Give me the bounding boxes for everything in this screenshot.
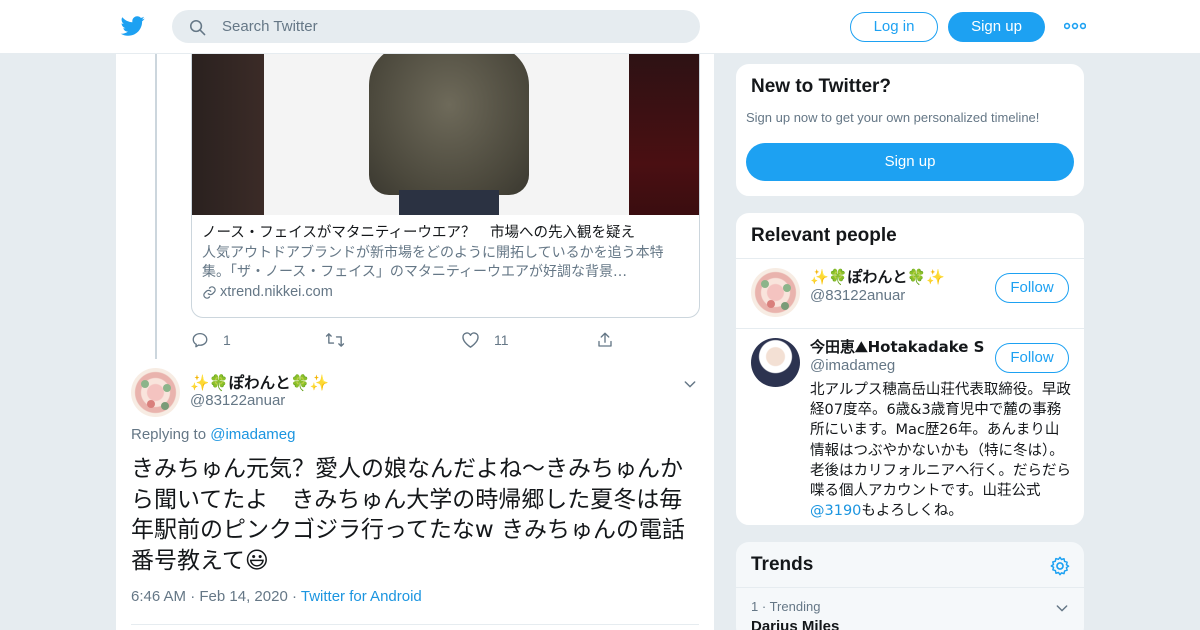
- author-handle[interactable]: @83122anuar: [190, 392, 285, 409]
- sign-up-button[interactable]: Sign up: [948, 12, 1045, 42]
- trend-name[interactable]: Darius Miles: [751, 618, 839, 630]
- search-icon: [189, 19, 206, 36]
- person-handle[interactable]: @imadameg: [810, 357, 895, 374]
- replying-to-prefix: Replying to: [131, 426, 207, 443]
- card-image-right-panel: [629, 54, 699, 215]
- trend-rank: 1: [751, 599, 759, 614]
- card-description: 人気アウトドアブランドが新市場をどのように開拓しているかを追う本特集。「ザ・ノー…: [202, 245, 664, 280]
- tweet-time[interactable]: 6:46 AM: [131, 588, 186, 605]
- avatar[interactable]: [751, 268, 800, 317]
- trend-category: Trending: [769, 599, 821, 614]
- trend-separator: ·: [761, 599, 767, 614]
- card-domain: xtrend.nikkei.com: [202, 283, 691, 302]
- chevron-down-icon[interactable]: [1054, 600, 1070, 616]
- person-row[interactable]: 今田恵⛰Hotakadake S... @imadameg Follow 北アル…: [736, 328, 1084, 525]
- search-input[interactable]: [222, 10, 682, 43]
- link-preview-card[interactable]: ノース・フェイスがマタニティーウエア？ 市場への先入観を疑え 人気アウトドアブラ…: [191, 54, 700, 318]
- conversation-column: ノース・フェイスがマタニティーウエア？ 市場への先入観を疑え 人気アウトドアブラ…: [115, 54, 715, 630]
- bio-suffix: もよろしくね。: [861, 503, 963, 520]
- share-icon: [598, 332, 612, 347]
- divider: [131, 624, 699, 625]
- parent-tweet-actions: 1 11: [191, 330, 631, 350]
- trends-module: Trends 1 · Trending Darius Miles: [735, 541, 1085, 630]
- twitter-bird-icon[interactable]: [120, 14, 146, 38]
- card-domain-text: xtrend.nikkei.com: [220, 284, 333, 300]
- search-box[interactable]: [172, 10, 700, 43]
- tweet-source-link[interactable]: Twitter for Android: [301, 588, 422, 605]
- link-icon: [203, 286, 216, 299]
- new-to-twitter-module: New to Twitter? Sign up now to get your …: [735, 63, 1085, 197]
- module-title: Trends: [751, 554, 814, 575]
- share-action[interactable]: [596, 330, 614, 350]
- like-action[interactable]: 11: [461, 330, 509, 350]
- module-title: New to Twitter?: [751, 76, 892, 97]
- person-row[interactable]: ✨🍀ぽわんと🍀✨ @83122anuar Follow: [736, 258, 1084, 328]
- card-body: ノース・フェイスがマタニティーウエア？ 市場への先入観を疑え 人気アウトドアブラ…: [192, 215, 699, 317]
- reply-count: 1: [223, 332, 231, 348]
- replying-to-line: Replying to @imadameg: [131, 426, 295, 443]
- card-image-left-panel: [192, 54, 264, 215]
- person-name[interactable]: ✨🍀ぽわんと🍀✨: [810, 266, 945, 287]
- avatar[interactable]: [131, 368, 180, 417]
- coat-figure: [369, 54, 529, 195]
- tweet-date[interactable]: Feb 14, 2020: [199, 588, 287, 605]
- thread-connector-line: [155, 54, 157, 359]
- divider: [736, 587, 1084, 588]
- follow-button[interactable]: Follow: [995, 343, 1069, 373]
- retweet-action[interactable]: [325, 330, 345, 350]
- person-handle[interactable]: @83122anuar: [810, 287, 905, 304]
- author-display-name[interactable]: ✨🍀ぽわんと🍀✨: [190, 371, 329, 393]
- module-title: Relevant people: [751, 225, 897, 246]
- meta-separator: ·: [190, 588, 196, 605]
- person-name[interactable]: 今田恵⛰Hotakadake S...: [810, 336, 985, 357]
- sidebar-sign-up-button[interactable]: Sign up: [746, 143, 1074, 181]
- replying-to-link[interactable]: @imadameg: [210, 426, 295, 443]
- reply-icon: [192, 332, 208, 348]
- heart-icon: [462, 332, 479, 348]
- tweet-metadata: 6:46 AM · Feb 14, 2020 · Twitter for And…: [131, 588, 422, 605]
- meta-separator: ·: [291, 588, 297, 605]
- card-title: ノース・フェイスがマタニティーウエア？ 市場への先入観を疑え: [202, 225, 635, 241]
- follow-button[interactable]: Follow: [995, 273, 1069, 303]
- module-subtitle: Sign up now to get your own personalized…: [746, 110, 1040, 125]
- relevant-people-module: Relevant people ✨🍀ぽわんと🍀✨ @83122anuar Fol…: [735, 212, 1085, 526]
- like-count: 11: [494, 332, 509, 348]
- avatar[interactable]: [751, 338, 800, 387]
- top-navigation-bar: Log in Sign up: [0, 0, 1200, 54]
- tweet-text: きみちゅん元気？愛人の娘なんだよね～きみちゅんから聞いてたよ きみちゅん大学の時…: [131, 456, 685, 574]
- reply-action[interactable]: 1: [191, 330, 231, 350]
- retweet-icon: [325, 333, 345, 347]
- log-in-button[interactable]: Log in: [850, 12, 938, 42]
- trend-meta: 1 · Trending: [751, 599, 820, 614]
- card-image: [192, 54, 699, 215]
- person-bio: 北アルプス穂高岳山荘代表取締役。早政経07度卒。6歳&3歳育児中で麓の事務所にい…: [810, 380, 1072, 521]
- pants-figure: [399, 190, 499, 215]
- card-image-photo: [264, 54, 629, 215]
- bio-text: 北アルプス穂高岳山荘代表取締役。早政経07度卒。6歳&3歳育児中で麓の事務所にい…: [810, 382, 1071, 500]
- gear-icon[interactable]: [1049, 555, 1071, 577]
- more-options-icon[interactable]: [1064, 19, 1086, 33]
- chevron-down-icon[interactable]: [682, 376, 698, 392]
- bio-mention-link[interactable]: @3190: [810, 503, 861, 519]
